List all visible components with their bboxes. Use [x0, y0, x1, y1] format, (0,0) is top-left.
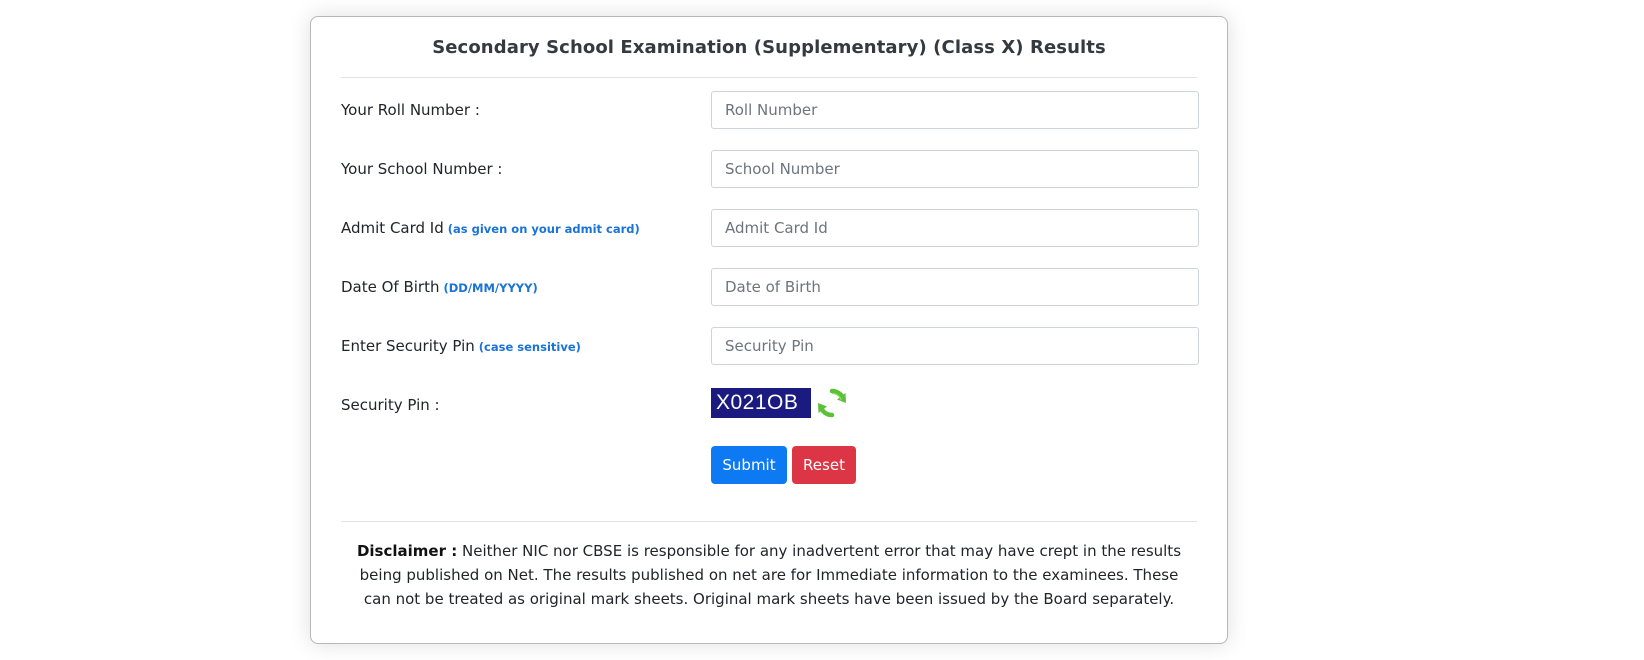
page-title: Secondary School Examination (Supplement…: [432, 37, 1106, 58]
results-form-card: Secondary School Examination (Supplement…: [310, 16, 1228, 644]
security-pin-input[interactable]: [711, 327, 1199, 365]
school-number-input[interactable]: [711, 150, 1199, 188]
dob-label: Date Of Birth (DD/MM/YYYY): [341, 278, 538, 296]
refresh-icon[interactable]: [816, 387, 848, 419]
divider: [341, 521, 1197, 522]
security-pin-hint: (case sensitive): [478, 340, 581, 354]
reset-button[interactable]: Reset: [792, 446, 856, 484]
disclaimer-text: Neither NIC nor CBSE is responsible for …: [359, 542, 1182, 608]
school-number-label: Your School Number :: [341, 160, 503, 178]
dob-hint: (DD/MM/YYYY): [443, 281, 538, 295]
roll-number-label: Your Roll Number :: [341, 101, 480, 119]
security-pin-entry-label: Enter Security Pin (case sensitive): [341, 337, 581, 355]
divider: [341, 77, 1197, 78]
buttons-row: Submit Reset: [341, 446, 1197, 484]
admit-card-hint: (as given on your admit card): [447, 222, 640, 236]
roll-number-input[interactable]: [711, 91, 1199, 129]
captcha-row: Security Pin : X021OB: [341, 386, 1197, 424]
submit-button[interactable]: Submit: [711, 446, 787, 484]
captcha-image: X021OB: [711, 388, 811, 418]
security-pin-entry-row: Enter Security Pin (case sensitive): [341, 327, 1199, 365]
school-number-row: Your School Number :: [341, 150, 1199, 188]
roll-number-row: Your Roll Number :: [341, 91, 1199, 129]
dob-row: Date Of Birth (DD/MM/YYYY): [341, 268, 1199, 306]
dob-input[interactable]: [711, 268, 1199, 306]
admit-card-label: Admit Card Id (as given on your admit car…: [341, 219, 640, 237]
disclaimer: Disclaimer : Neither NIC nor CBSE is res…: [351, 539, 1187, 611]
admit-card-row: Admit Card Id (as given on your admit car…: [341, 209, 1199, 247]
captcha-label: Security Pin :: [341, 396, 440, 414]
admit-card-input[interactable]: [711, 209, 1199, 247]
disclaimer-heading: Disclaimer :: [356, 542, 458, 560]
